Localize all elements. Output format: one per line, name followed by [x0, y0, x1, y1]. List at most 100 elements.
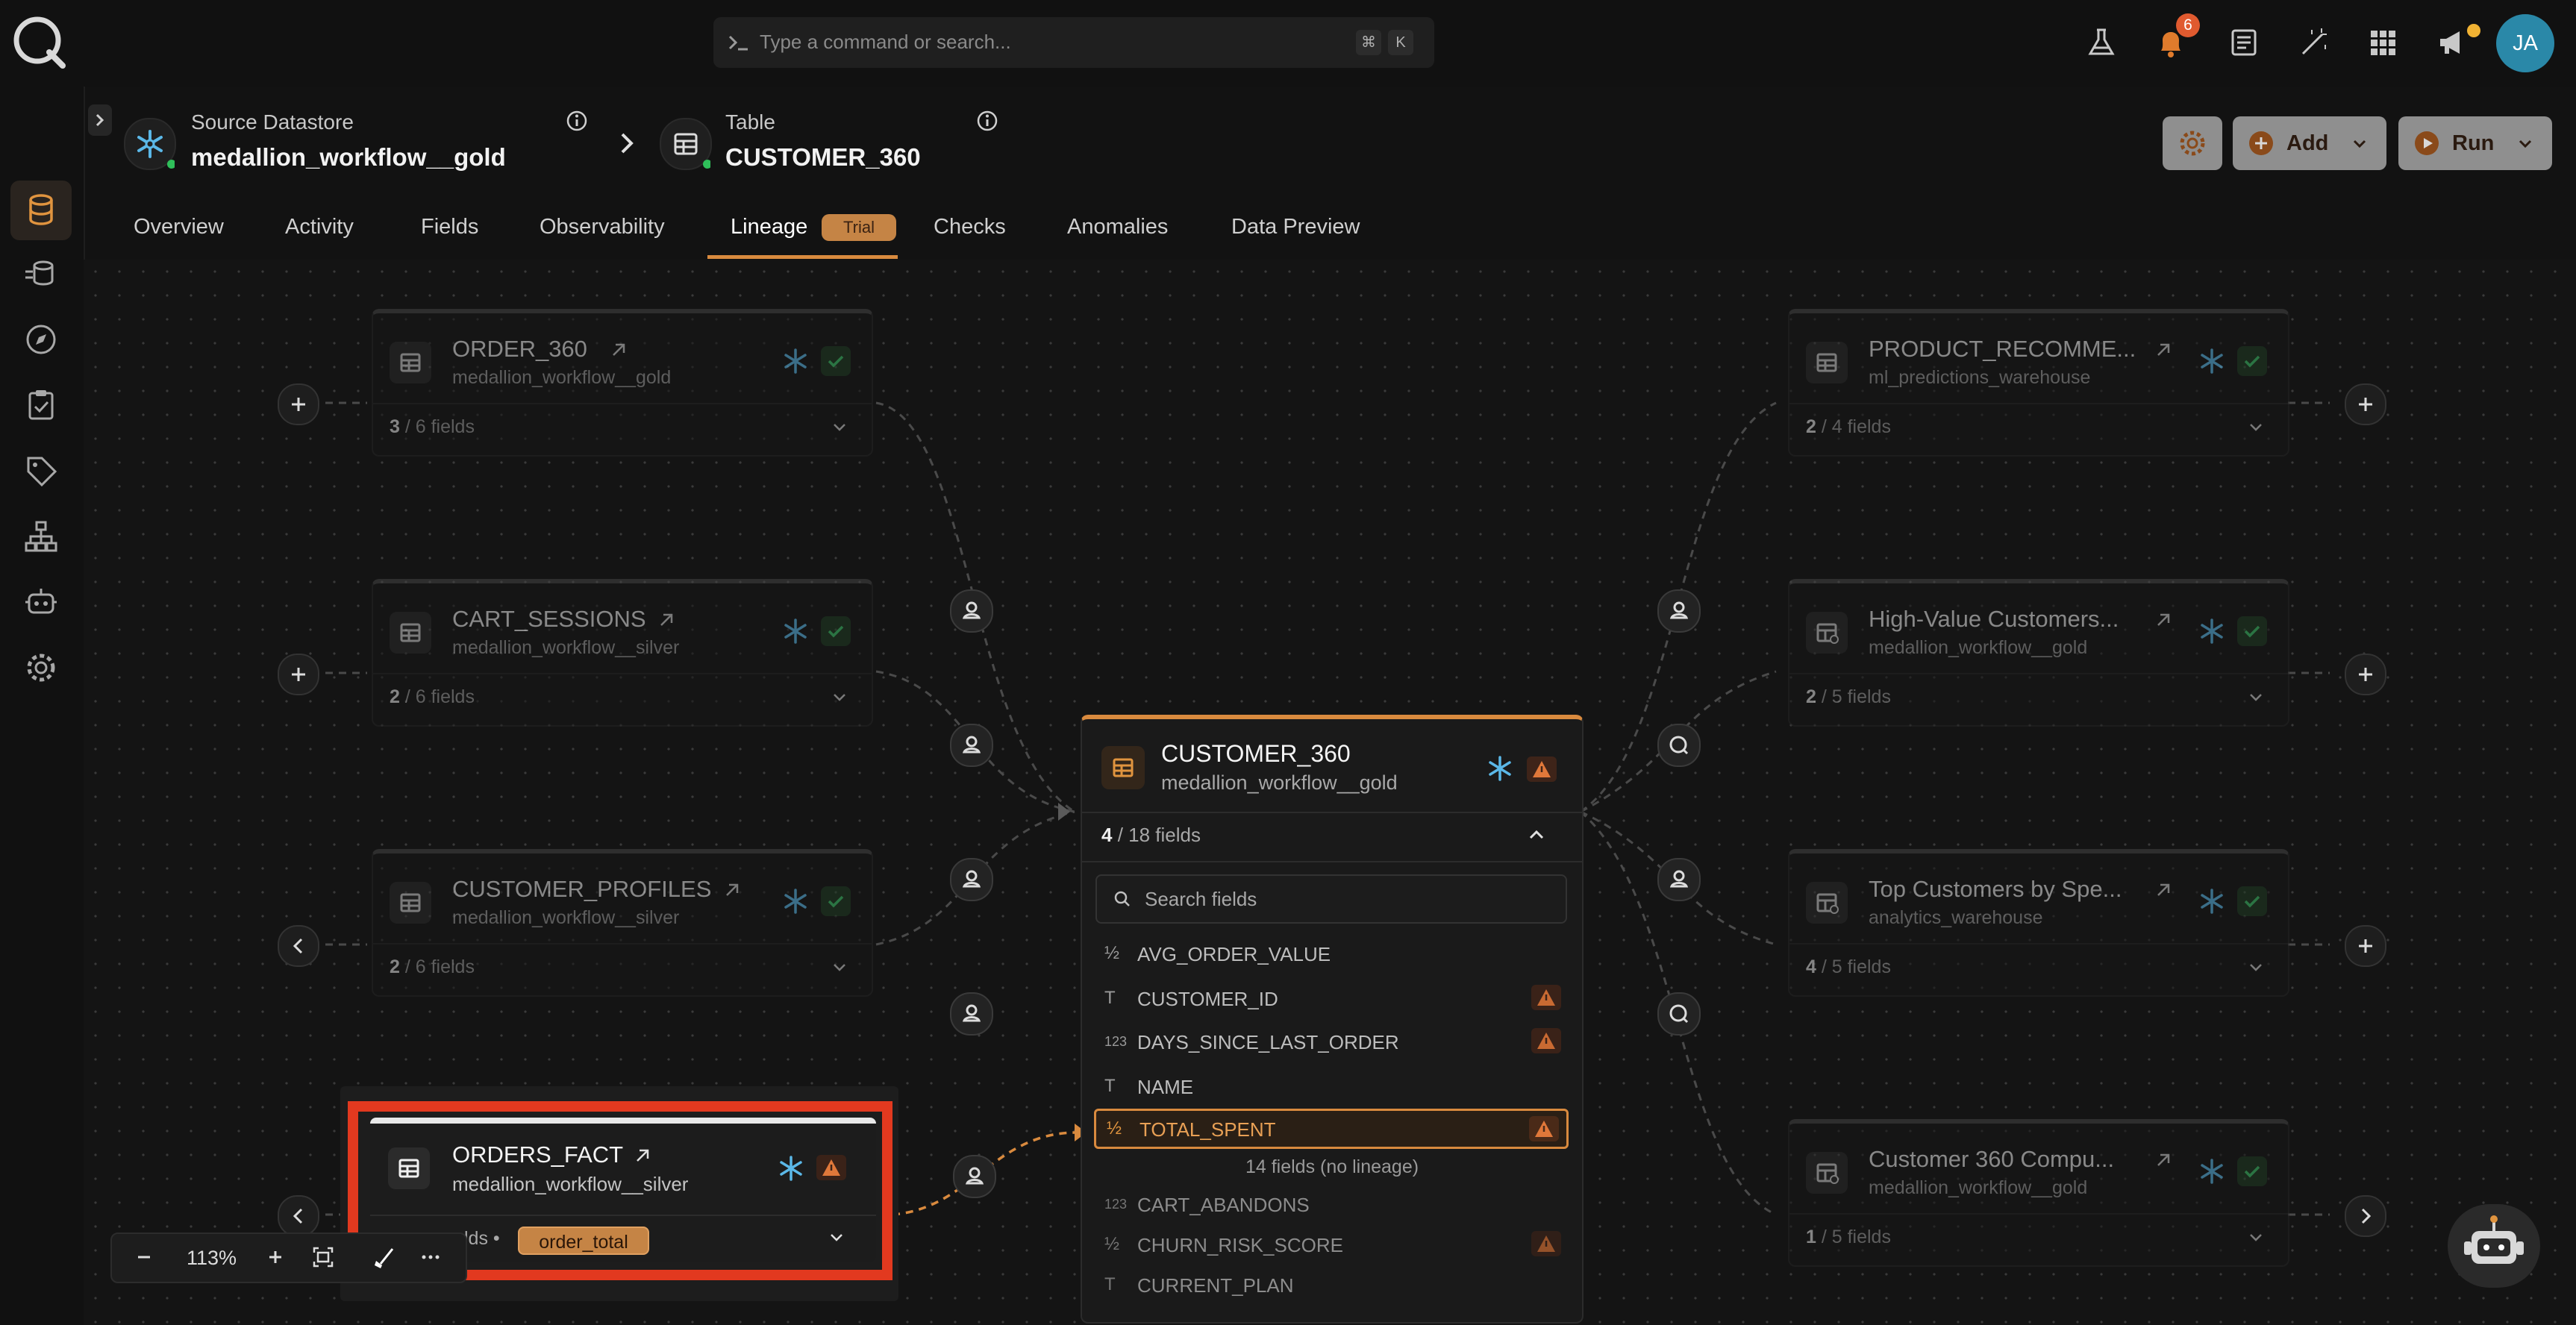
chevron-up-icon[interactable] — [1525, 824, 1548, 846]
more-options-icon[interactable] — [418, 1244, 443, 1270]
node-field-count: 2 / 5 fields — [1806, 686, 1891, 707]
fit-view-icon[interactable] — [310, 1244, 336, 1270]
chevron-down-icon[interactable] — [830, 958, 849, 977]
field-row[interactable]: T CURRENT_PLAN — [1094, 1265, 1569, 1304]
clean-layout-icon[interactable] — [372, 1244, 397, 1270]
node-field-count: 3 / 6 fields — [390, 416, 475, 437]
open-link-icon[interactable] — [2154, 1150, 2173, 1170]
node-field-count: 1 / 5 fields — [1806, 1227, 1891, 1247]
table-icon — [1101, 746, 1145, 789]
transform-user-icon[interactable] — [950, 992, 993, 1036]
table-icon — [1806, 342, 1848, 383]
node-datastore: medallion_workflow__gold — [452, 367, 672, 388]
transform-user-icon[interactable] — [950, 724, 993, 767]
zoom-out-icon[interactable] — [131, 1244, 157, 1270]
field-name: CART_ABANDONS — [1137, 1194, 1310, 1216]
collapse-upstream-button[interactable] — [278, 1195, 319, 1237]
field-row[interactable]: ½ AVG_ORDER_VALUE — [1094, 934, 1569, 973]
open-link-icon[interactable] — [2154, 880, 2173, 900]
node-datastore: medallion_workflow__silver — [452, 907, 680, 928]
expand-downstream-button[interactable] — [2345, 654, 2386, 695]
field-row[interactable]: ½ CHURN_RISK_SCORE — [1094, 1225, 1569, 1264]
snowflake-icon — [1485, 754, 1515, 783]
collapse-downstream-button[interactable] — [2345, 1195, 2386, 1237]
no-lineage-divider-label: 14 fields (no lineage) — [1245, 1156, 1419, 1177]
node-divider — [1082, 861, 1582, 862]
zoom-in-icon[interactable] — [263, 1244, 288, 1270]
transform-user-icon[interactable] — [950, 589, 993, 633]
snowflake-icon — [2197, 346, 2227, 376]
downstream-node-product-recommendations[interactable]: PRODUCT_RECOMME... ml_predictions_wareho… — [1788, 309, 2289, 457]
check-status-icon — [2237, 886, 2267, 916]
downstream-node-top-customers[interactable]: Top Customers by Spe... analytics_wareho… — [1788, 849, 2289, 997]
chevron-down-icon[interactable] — [830, 688, 849, 707]
expand-upstream-button[interactable] — [278, 383, 319, 425]
field-row[interactable]: 123 DAYS_SINCE_LAST_ORDER — [1094, 1022, 1569, 1061]
focus-node-customer-360[interactable]: CUSTOMER_360 medallion_workflow__gold 4 … — [1081, 715, 1584, 1324]
view-icon — [1806, 1152, 1848, 1194]
node-divider — [1789, 943, 2288, 945]
node-divider — [1789, 403, 2288, 404]
snowflake-icon — [2197, 1156, 2227, 1186]
expand-downstream-button[interactable] — [2345, 925, 2386, 967]
field-type-icon: ½ — [1107, 1118, 1122, 1138]
check-status-icon — [821, 886, 851, 916]
node-divider — [1789, 1213, 2288, 1215]
open-link-icon[interactable] — [657, 610, 676, 630]
node-title: PRODUCT_RECOMME... — [1869, 336, 2136, 362]
search-icon — [1112, 889, 1133, 909]
node-title: Customer 360 Compu... — [1869, 1146, 2115, 1172]
warning-icon — [1531, 1028, 1561, 1053]
field-type-icon: 123 — [1104, 1034, 1128, 1049]
downstream-node-customer-360-computed[interactable]: Customer 360 Compu... medallion_workflow… — [1788, 1119, 2289, 1267]
zoom-level: 113% — [187, 1247, 237, 1269]
snowflake-icon — [781, 346, 810, 376]
expand-downstream-button[interactable] — [2345, 383, 2386, 425]
field-row-selected[interactable]: ½ TOTAL_SPENT — [1094, 1109, 1569, 1149]
chevron-down-icon[interactable] — [2246, 958, 2266, 977]
node-datastore: medallion_workflow__gold — [1869, 1177, 2088, 1198]
transform-user-icon[interactable] — [950, 858, 993, 901]
node-datastore: medallion_workflow__gold — [1869, 637, 2088, 658]
open-link-icon[interactable] — [609, 340, 628, 360]
field-name: CUSTOMER_ID — [1137, 988, 1278, 1010]
field-name: DAYS_SINCE_LAST_ORDER — [1137, 1031, 1399, 1053]
expand-upstream-button[interactable] — [278, 654, 319, 695]
node-title: CUSTOMER_PROFILES — [452, 876, 712, 902]
transform-qualytics-icon[interactable] — [1657, 992, 1701, 1036]
chevron-down-icon[interactable] — [2246, 418, 2266, 437]
transform-user-icon[interactable] — [1657, 589, 1701, 633]
node-datastore: medallion_workflow__gold — [1161, 771, 1398, 794]
downstream-node-high-value-customers[interactable]: High-Value Customers... medallion_workfl… — [1788, 579, 2289, 727]
chevron-down-icon[interactable] — [830, 418, 849, 437]
assistant-robot-button[interactable] — [2448, 1204, 2540, 1288]
collapse-upstream-button[interactable] — [278, 925, 319, 967]
upstream-node-customer-profiles[interactable]: CUSTOMER_PROFILES medallion_workflow__si… — [372, 849, 873, 997]
node-title: CART_SESSIONS — [452, 606, 646, 632]
snowflake-icon — [781, 886, 810, 916]
field-row[interactable]: 123 CART_ABANDONS — [1094, 1185, 1569, 1224]
field-type-icon: 123 — [1104, 1197, 1128, 1212]
field-row[interactable]: T CUSTOMER_ID — [1094, 979, 1569, 1018]
open-link-icon[interactable] — [2154, 610, 2173, 630]
chevron-down-icon[interactable] — [2246, 1228, 2266, 1247]
open-link-icon[interactable] — [722, 880, 742, 900]
field-row[interactable]: T NAME — [1094, 1067, 1569, 1106]
open-link-icon[interactable] — [2154, 340, 2173, 360]
transform-qualytics-icon[interactable] — [1657, 724, 1701, 767]
field-type-icon: T — [1104, 1076, 1116, 1096]
upstream-node-order-360[interactable]: ORDER_360 medallion_workflow__gold 3 / 6… — [372, 309, 873, 457]
node-title: ORDER_360 — [452, 336, 587, 362]
table-icon — [390, 882, 431, 924]
transform-user-icon[interactable] — [1657, 858, 1701, 901]
node-field-count: 2 / 6 fields — [390, 956, 475, 977]
chevron-down-icon[interactable] — [2246, 688, 2266, 707]
transform-user-icon[interactable] — [953, 1155, 996, 1198]
node-divider — [373, 403, 872, 404]
view-icon — [1806, 612, 1848, 654]
upstream-node-cart-sessions[interactable]: CART_SESSIONS medallion_workflow__silver… — [372, 579, 873, 727]
snowflake-icon — [2197, 616, 2227, 646]
search-fields-input[interactable]: Search fields — [1095, 874, 1567, 924]
warning-icon — [1531, 985, 1561, 1010]
field-type-icon: T — [1104, 988, 1116, 1008]
